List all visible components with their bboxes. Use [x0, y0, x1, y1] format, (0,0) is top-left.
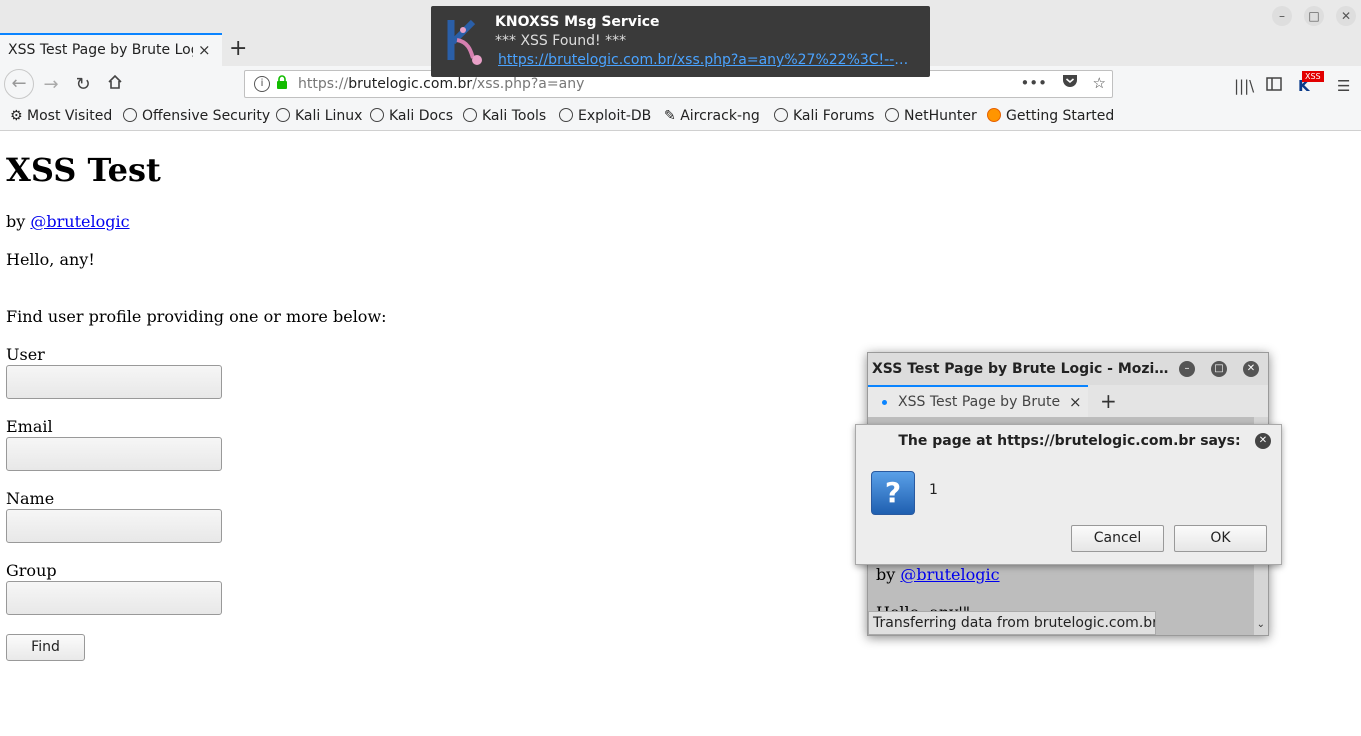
user-label: User	[6, 345, 45, 364]
forward-button[interactable]: →	[38, 72, 64, 98]
alert-dialog[interactable]: The page at https://brutelogic.com.br sa…	[855, 424, 1282, 565]
popup-minimize-icon[interactable]: –	[1179, 361, 1195, 377]
user-input[interactable]	[6, 365, 222, 399]
find-instructions: Find user profile providing one or more …	[6, 307, 387, 326]
home-button[interactable]	[102, 72, 128, 98]
email-label: Email	[6, 417, 53, 436]
aircrack-icon: ✎	[664, 108, 681, 124]
bookmark-kali-forums[interactable]: Kali Forums	[774, 108, 874, 124]
url-path: /xss.php?a=any	[472, 76, 585, 92]
hello-text: Hello, any!	[6, 250, 95, 269]
close-window-icon[interactable]: ✕	[1336, 6, 1356, 26]
loading-indicator-icon	[882, 400, 887, 405]
info-icon[interactable]: i	[254, 76, 270, 92]
bookmark-star-icon[interactable]: ☆	[1093, 74, 1106, 92]
popup-tab-title: XSS Test Page by Brute Logic	[898, 394, 1064, 410]
globe-icon	[463, 108, 477, 122]
popup-maximize-icon[interactable]: □	[1211, 361, 1227, 377]
popup-close-icon[interactable]: ✕	[1243, 361, 1259, 377]
name-input[interactable]	[6, 509, 222, 543]
group-input[interactable]	[6, 581, 222, 615]
cancel-button[interactable]: Cancel	[1071, 525, 1164, 552]
gear-icon: ⚙	[10, 108, 28, 124]
knoxss-notification[interactable]: KNOXSS Msg Service *** XSS Found! *** ht…	[431, 6, 930, 77]
scroll-down-icon[interactable]: ⌄	[1257, 619, 1265, 630]
menu-icon[interactable]: ☰	[1337, 77, 1350, 95]
tab-xss-test-page[interactable]: XSS Test Page by Brute Logic ×	[0, 33, 222, 66]
popup-status-bar: Transferring data from brutelogic.com.br…	[868, 611, 1156, 635]
bookmark-exploit-db[interactable]: Exploit-DB	[559, 108, 651, 124]
bookmarks-toolbar: ⚙ Most Visited Offensive Security Kali L…	[0, 103, 1361, 131]
maximize-icon[interactable]: □	[1304, 6, 1324, 26]
knoxss-logo-icon	[447, 19, 482, 65]
popup-titlebar: XSS Test Page by Brute Logic - Mozilla F…	[868, 353, 1268, 385]
url-domain: brutelogic.com.br	[348, 76, 473, 92]
globe-icon	[123, 108, 137, 122]
bookmark-kali-docs[interactable]: Kali Docs	[370, 108, 453, 124]
popup-window-title: XSS Test Page by Brute Logic - Mozilla F…	[872, 361, 1172, 377]
firefox-icon	[987, 108, 1001, 122]
bookmark-aircrack-ng[interactable]: ✎ Aircrack-ng	[664, 108, 760, 124]
byline: by @brutelogic	[6, 212, 130, 231]
globe-icon	[559, 108, 573, 122]
globe-icon	[774, 108, 788, 122]
author-link[interactable]: @brutelogic	[30, 212, 129, 231]
bookmark-offensive-security[interactable]: Offensive Security	[123, 108, 270, 124]
alert-title: The page at https://brutelogic.com.br sa…	[898, 433, 1241, 449]
popup-tab[interactable]: XSS Test Page by Brute Logic ×	[868, 385, 1088, 417]
bookmark-most-visited[interactable]: ⚙ Most Visited	[10, 108, 112, 124]
alert-message: 1	[929, 482, 938, 498]
email-input[interactable]	[6, 437, 222, 471]
name-label: Name	[6, 489, 55, 508]
back-button[interactable]: ←	[4, 69, 34, 99]
notification-title: KNOXSS Msg Service	[495, 14, 660, 30]
globe-icon	[370, 108, 384, 122]
popup-new-tab-button[interactable]: +	[1100, 389, 1117, 413]
notification-link[interactable]: https://brutelogic.com.br/xss.php?a=any%…	[498, 52, 918, 68]
question-icon: ?	[871, 471, 915, 515]
pocket-icon[interactable]	[1062, 74, 1083, 92]
reload-button[interactable]: ↻	[70, 72, 96, 98]
globe-icon	[885, 108, 899, 122]
page-actions-icon[interactable]: •••	[1020, 74, 1047, 92]
new-tab-button[interactable]: +	[229, 36, 247, 61]
url-text[interactable]: https://brutelogic.com.br/xss.php?a=any	[298, 76, 584, 92]
alert-close-icon[interactable]: ✕	[1255, 433, 1271, 449]
bookmark-nethunter[interactable]: NetHunter	[885, 108, 977, 124]
home-icon	[108, 74, 122, 89]
bookmark-getting-started[interactable]: Getting Started	[987, 108, 1114, 124]
find-button[interactable]: Find	[6, 634, 85, 661]
notification-body: *** XSS Found! ***	[495, 33, 627, 49]
popup-tab-close-icon[interactable]: ×	[1069, 393, 1082, 411]
group-label: Group	[6, 561, 57, 580]
ok-button[interactable]: OK	[1174, 525, 1267, 552]
popup-byline: by @brutelogic	[876, 565, 1000, 584]
popup-author-link[interactable]: @brutelogic	[900, 565, 999, 584]
sidebar-icon[interactable]	[1266, 77, 1282, 95]
minimize-icon[interactable]: –	[1272, 6, 1292, 26]
bookmark-kali-tools[interactable]: Kali Tools	[463, 108, 546, 124]
lock-icon	[277, 75, 287, 89]
bookmark-kali-linux[interactable]: Kali Linux	[276, 108, 362, 124]
tab-close-icon[interactable]: ×	[198, 41, 211, 59]
page-title: XSS Test	[6, 151, 161, 189]
globe-icon	[276, 108, 290, 122]
url-scheme: https://	[298, 76, 349, 92]
library-icon[interactable]: |||\	[1234, 77, 1254, 95]
xss-badge: XSS	[1302, 71, 1324, 82]
url-actions: ••• ☆	[1010, 74, 1106, 92]
tab-title: XSS Test Page by Brute Logic	[8, 42, 193, 58]
